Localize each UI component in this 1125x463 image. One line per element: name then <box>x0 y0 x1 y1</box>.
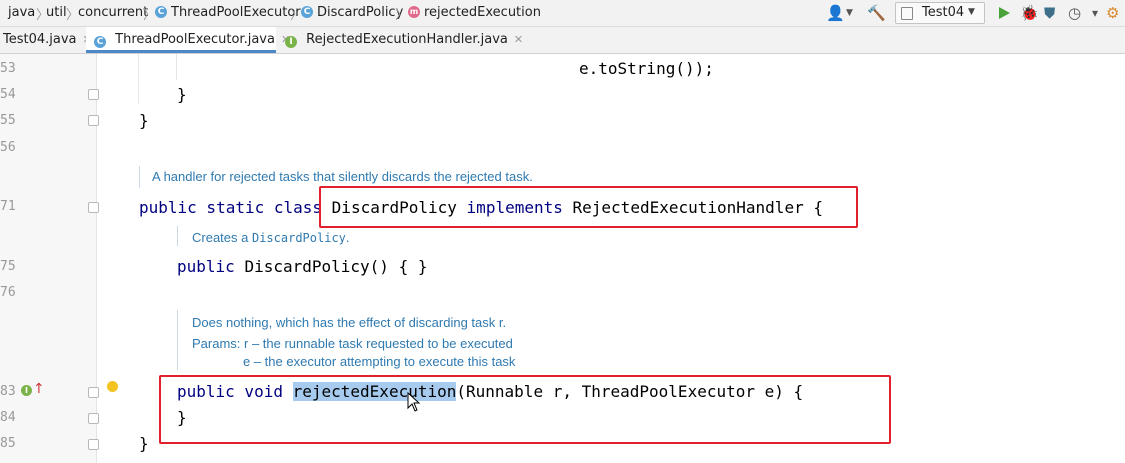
ctor-doc-suffix: . <box>345 230 350 245</box>
line-number: 83 <box>0 384 16 399</box>
breadcrumb-rejectedexecution[interactable]: rejectedExecution <box>424 5 541 20</box>
indent-guide <box>176 54 177 80</box>
fold-marker-icon[interactable] <box>88 115 99 126</box>
build-hammer-icon[interactable]: 🔨 <box>867 4 886 22</box>
run-config-select[interactable]: Test04 ▼ <box>895 2 985 24</box>
line-number: 76 <box>0 285 16 300</box>
arrow-up-icon: ↑ <box>33 381 45 397</box>
implements-marker-icon[interactable]: I <box>21 385 32 396</box>
chevron-right-icon: 〉 <box>395 8 409 23</box>
code-brace-inner[interactable]: } <box>177 85 187 104</box>
breadcrumb-concurrent[interactable]: concurrent <box>78 5 148 20</box>
tab-label: ThreadPoolExecutor.java <box>115 32 275 47</box>
class-icon: C <box>155 6 167 18</box>
navigation-bar: java 〉 util 〉 concurrent 〉 C ThreadPoolE… <box>0 0 1125 27</box>
keyword-public-static-class: public static class <box>139 198 323 217</box>
code-brace-outer[interactable]: } <box>139 111 149 130</box>
breadcrumb-threadpoolexecutor[interactable]: ThreadPoolExecutor <box>171 5 301 20</box>
tab-test04[interactable]: Test04.java✕ <box>0 27 92 53</box>
more-dropdown-icon[interactable]: ▾ <box>1092 4 1098 22</box>
breadcrumb-discardpolicy[interactable]: DiscardPolicy <box>317 5 403 20</box>
doc-bar <box>139 166 140 188</box>
user-icon[interactable]: 👤 <box>826 4 845 22</box>
code-line-to-string[interactable]: e.toString()); <box>579 59 714 78</box>
code-line-constructor[interactable]: public DiscardPolicy() { } <box>177 257 427 276</box>
fold-marker-icon[interactable] <box>88 387 99 398</box>
run-icon[interactable] <box>999 7 1010 19</box>
method-doc-text: Does nothing, which has the effect of di… <box>192 315 507 330</box>
class-doc-text: A handler for rejected tasks that silent… <box>152 169 533 184</box>
lightbulb-icon[interactable] <box>107 381 118 392</box>
constructor-rest: DiscardPolicy() { } <box>244 257 428 276</box>
keyword-public: public <box>177 257 235 276</box>
line-number: 56 <box>0 140 16 155</box>
method-icon: m <box>408 6 420 18</box>
ctor-doc-prefix: Creates a <box>192 230 252 245</box>
line-number: 54 <box>0 87 16 102</box>
breadcrumb-java[interactable]: java <box>8 5 35 20</box>
fold-marker-icon[interactable] <box>88 202 99 213</box>
coverage-shield-icon[interactable]: ⛊ <box>1044 4 1055 22</box>
fold-marker-icon[interactable] <box>88 413 99 424</box>
indent-guide <box>138 54 139 104</box>
line-number: 84 <box>0 410 16 425</box>
doc-bar <box>177 226 178 246</box>
breadcrumb-util[interactable]: util <box>46 5 67 20</box>
profiler-icon[interactable]: ◷ <box>1068 4 1081 22</box>
chevron-right-icon: 〉 <box>143 8 157 23</box>
highlight-box-class <box>319 186 858 228</box>
line-number: 75 <box>0 259 16 274</box>
ctor-doc-code: DiscardPolicy <box>251 231 346 245</box>
fold-marker-icon[interactable] <box>88 439 99 450</box>
debug-bug-icon[interactable]: 🐞 <box>1020 4 1039 22</box>
chevron-down-icon[interactable]: ▼ <box>846 4 853 22</box>
line-number: 53 <box>0 61 16 76</box>
method-doc-param-r: Params: r – the runnable task requested … <box>192 336 513 351</box>
interface-icon: I <box>285 36 297 48</box>
line-number: 55 <box>0 113 16 128</box>
editor-tab-bar: Test04.java✕ C ThreadPoolExecutor.java✕ … <box>0 27 1125 54</box>
tab-rejectedexecutionhandler[interactable]: I RejectedExecutionHandler.java ✕ <box>278 27 523 53</box>
fold-marker-icon[interactable] <box>88 89 99 100</box>
run-config-label: Test04 <box>922 5 965 20</box>
chevron-down-icon: ▼ <box>968 7 975 17</box>
tab-label: RejectedExecutionHandler.java <box>306 32 508 47</box>
build-icon[interactable]: ⚙ <box>1106 4 1119 22</box>
ctor-doc-text: Creates a DiscardPolicy. <box>192 230 350 245</box>
class-icon: C <box>94 36 106 48</box>
doc-bar <box>177 310 178 370</box>
tab-label: Test04.java <box>3 32 77 47</box>
line-number: 85 <box>0 436 16 451</box>
line-number: 71 <box>0 199 16 214</box>
code-class-close-brace[interactable]: } <box>139 434 149 453</box>
close-icon[interactable]: ✕ <box>514 33 523 46</box>
highlight-box-method <box>159 375 891 444</box>
class-icon: C <box>301 6 313 18</box>
method-doc-param-e: e – the executor attempting to execute t… <box>243 354 516 369</box>
java-icon <box>901 7 913 20</box>
tab-threadpoolexecutor[interactable]: C ThreadPoolExecutor.java✕ <box>86 27 290 53</box>
